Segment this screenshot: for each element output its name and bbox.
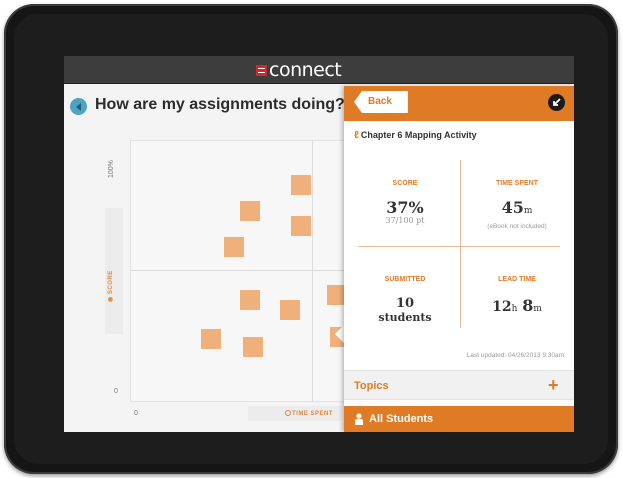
topics-row[interactable]: Topics + [344,370,574,400]
page-title: How are my assignments doing? [95,96,345,113]
connect-logo[interactable]: connect [256,59,342,81]
back-arrow-icon[interactable] [70,98,87,115]
scatter-marker[interactable] [201,329,222,350]
assignment-title[interactable]: ℓ Chapter 6 Mapping Activity [354,130,477,141]
back-button[interactable]: Back [354,91,408,113]
scatter-marker[interactable] [240,289,261,310]
y-tick-top: 100% [108,160,115,178]
submitted-unit: students [378,311,432,324]
time-spent-note: (eBook not included) [487,223,547,230]
stats-divider-vertical [460,160,461,328]
y-axis-label[interactable]: ◉ SCORE [107,270,114,302]
person-icon [355,413,363,425]
x-axis-label[interactable]: TIME SPENT [285,410,333,417]
lead-time-label: LEAD TIME [498,276,536,283]
mcgraw-hill-logo-icon [256,64,267,76]
scatter-marker[interactable] [243,336,264,357]
scatter-marker[interactable] [223,237,244,258]
paperclip-icon: ℓ [354,130,359,141]
plot-divider-vertical [312,140,313,402]
time-spent-unit: m [523,206,533,216]
x-axis-label-text: TIME SPENT [292,411,334,417]
plus-icon[interactable]: + [548,376,559,394]
submitted-label: SUBMITTED [384,276,426,283]
last-updated: Last updated: 04/26/2013 9:30am [466,352,564,359]
logo-text: connect [269,59,342,81]
score-icon: ◉ [108,294,114,302]
scatter-marker[interactable] [279,300,300,321]
stats-divider-horizontal [358,246,560,247]
scatter-marker[interactable] [290,216,311,237]
time-spent-number: 45 [501,198,524,217]
topics-label: Topics [354,380,389,392]
top-bar: connect [64,56,574,84]
score-value: 37% [386,198,424,217]
assignment-title-text: Chapter 6 Mapping Activity [360,130,477,140]
time-spent-value: 45m [466,198,568,217]
time-spent-label: TIME SPENT [495,180,538,187]
all-students-row[interactable]: All Students [344,406,574,432]
clock-icon [285,410,291,416]
lead-time-value: 12h 8m [466,296,568,315]
all-students-label: All Students [369,413,434,425]
assignment-detail-panel: Back ℓ Chapter 6 Mapping Activity SCORE 3… [344,86,574,432]
app-screen: connect How are my assignments doing? 10… [64,56,574,432]
y-axis-label-text: SCORE [108,270,114,295]
lead-time-minutes: 8 [522,296,534,315]
x-tick-origin: 0 [134,410,138,417]
y-tick-bottom: 0 [114,388,118,395]
share-arrow-icon[interactable] [548,94,565,111]
score-label: SCORE [392,180,418,187]
submitted-value: 10 [395,296,415,311]
scatter-marker[interactable] [290,174,311,195]
panel-header: Back [344,86,574,121]
lead-time-minutes-unit: m [533,304,542,314]
score-points: 37/100 pt [385,216,425,225]
scatter-marker[interactable] [240,200,261,221]
lead-time-hours: 12 [492,299,512,315]
lead-time-hours-unit: h [511,304,518,314]
